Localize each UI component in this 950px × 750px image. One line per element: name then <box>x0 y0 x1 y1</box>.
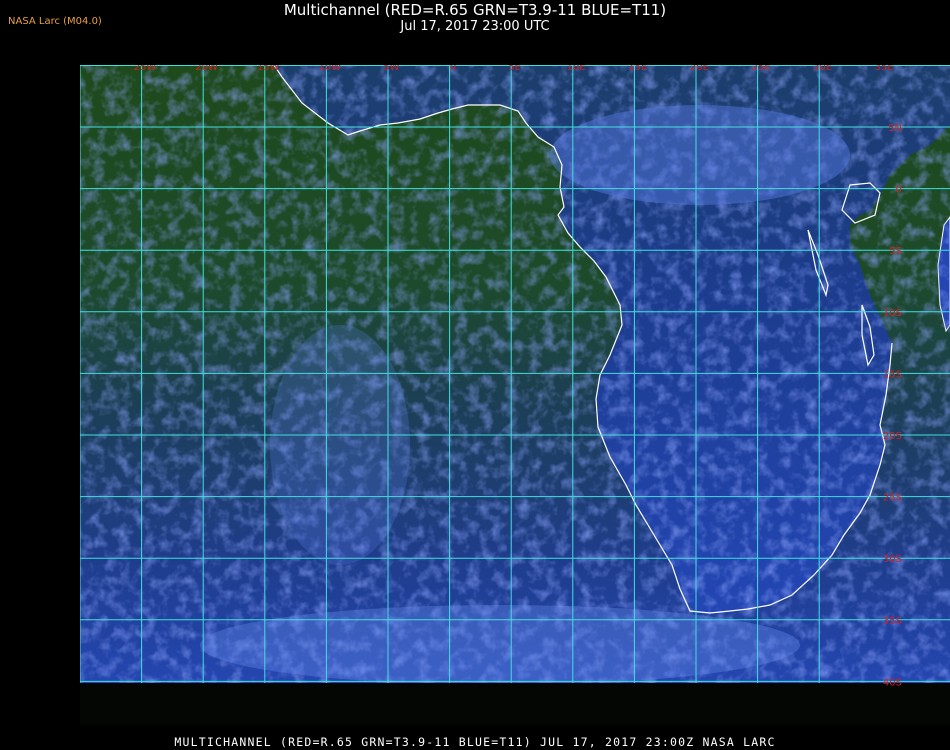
longitude-label: 5W <box>383 65 399 73</box>
longitude-label: 15W <box>257 65 280 73</box>
latitude-label: 5S <box>889 246 902 257</box>
latitude-label: 40S <box>883 677 902 688</box>
longitude-label: 20W <box>195 65 218 73</box>
latitude-label: 30S <box>883 554 902 565</box>
longitude-label: 35E <box>875 65 894 73</box>
longitude-label: 20E <box>690 65 709 73</box>
longitude-label: 0 <box>450 65 456 73</box>
latitude-label: 20S <box>883 431 902 442</box>
latitude-label: 0 <box>896 185 902 196</box>
latitude-label: 15S <box>883 369 902 380</box>
latitude-label: 25S <box>883 493 902 504</box>
image-caption: MULTICHANNEL (RED=R.65 GRN=T3.9-11 BLUE=… <box>174 735 776 749</box>
latitude-label: 5N <box>888 123 902 134</box>
longitude-label: 15E <box>628 65 647 73</box>
longitude-label: 5E <box>508 65 521 73</box>
latitude-label: 10S <box>883 308 902 319</box>
cloud-band-north <box>550 105 850 205</box>
image-timestamp: Jul 17, 2017 23:00 UTC <box>400 19 550 34</box>
longitude-label: 25W <box>134 65 157 73</box>
longitude-label: 10E <box>567 65 586 73</box>
satellite-map-frame: 25W 20W 15W 10W 5W 0 5E 10E 15E 20E 25E 30E 35E 5N 0 5… <box>80 65 950 725</box>
longitude-label: 10W <box>318 65 341 73</box>
longitude-label: 30E <box>813 65 832 73</box>
latitude-label: 35S <box>883 616 902 627</box>
image-title: Multichannel (RED=R.65 GRN=T3.9-11 BLUE=… <box>283 1 667 19</box>
image-header: Multichannel (RED=R.65 GRN=T3.9-11 BLUE=… <box>0 1 950 35</box>
cloud-band-west <box>270 325 410 565</box>
satellite-map: 25W 20W 15W 10W 5W 0 5E 10E 15E 20E 25E 30E 35E 5N 0 5… <box>80 65 950 688</box>
longitude-label: 25E <box>751 65 770 73</box>
cloud-band-south <box>200 605 800 683</box>
